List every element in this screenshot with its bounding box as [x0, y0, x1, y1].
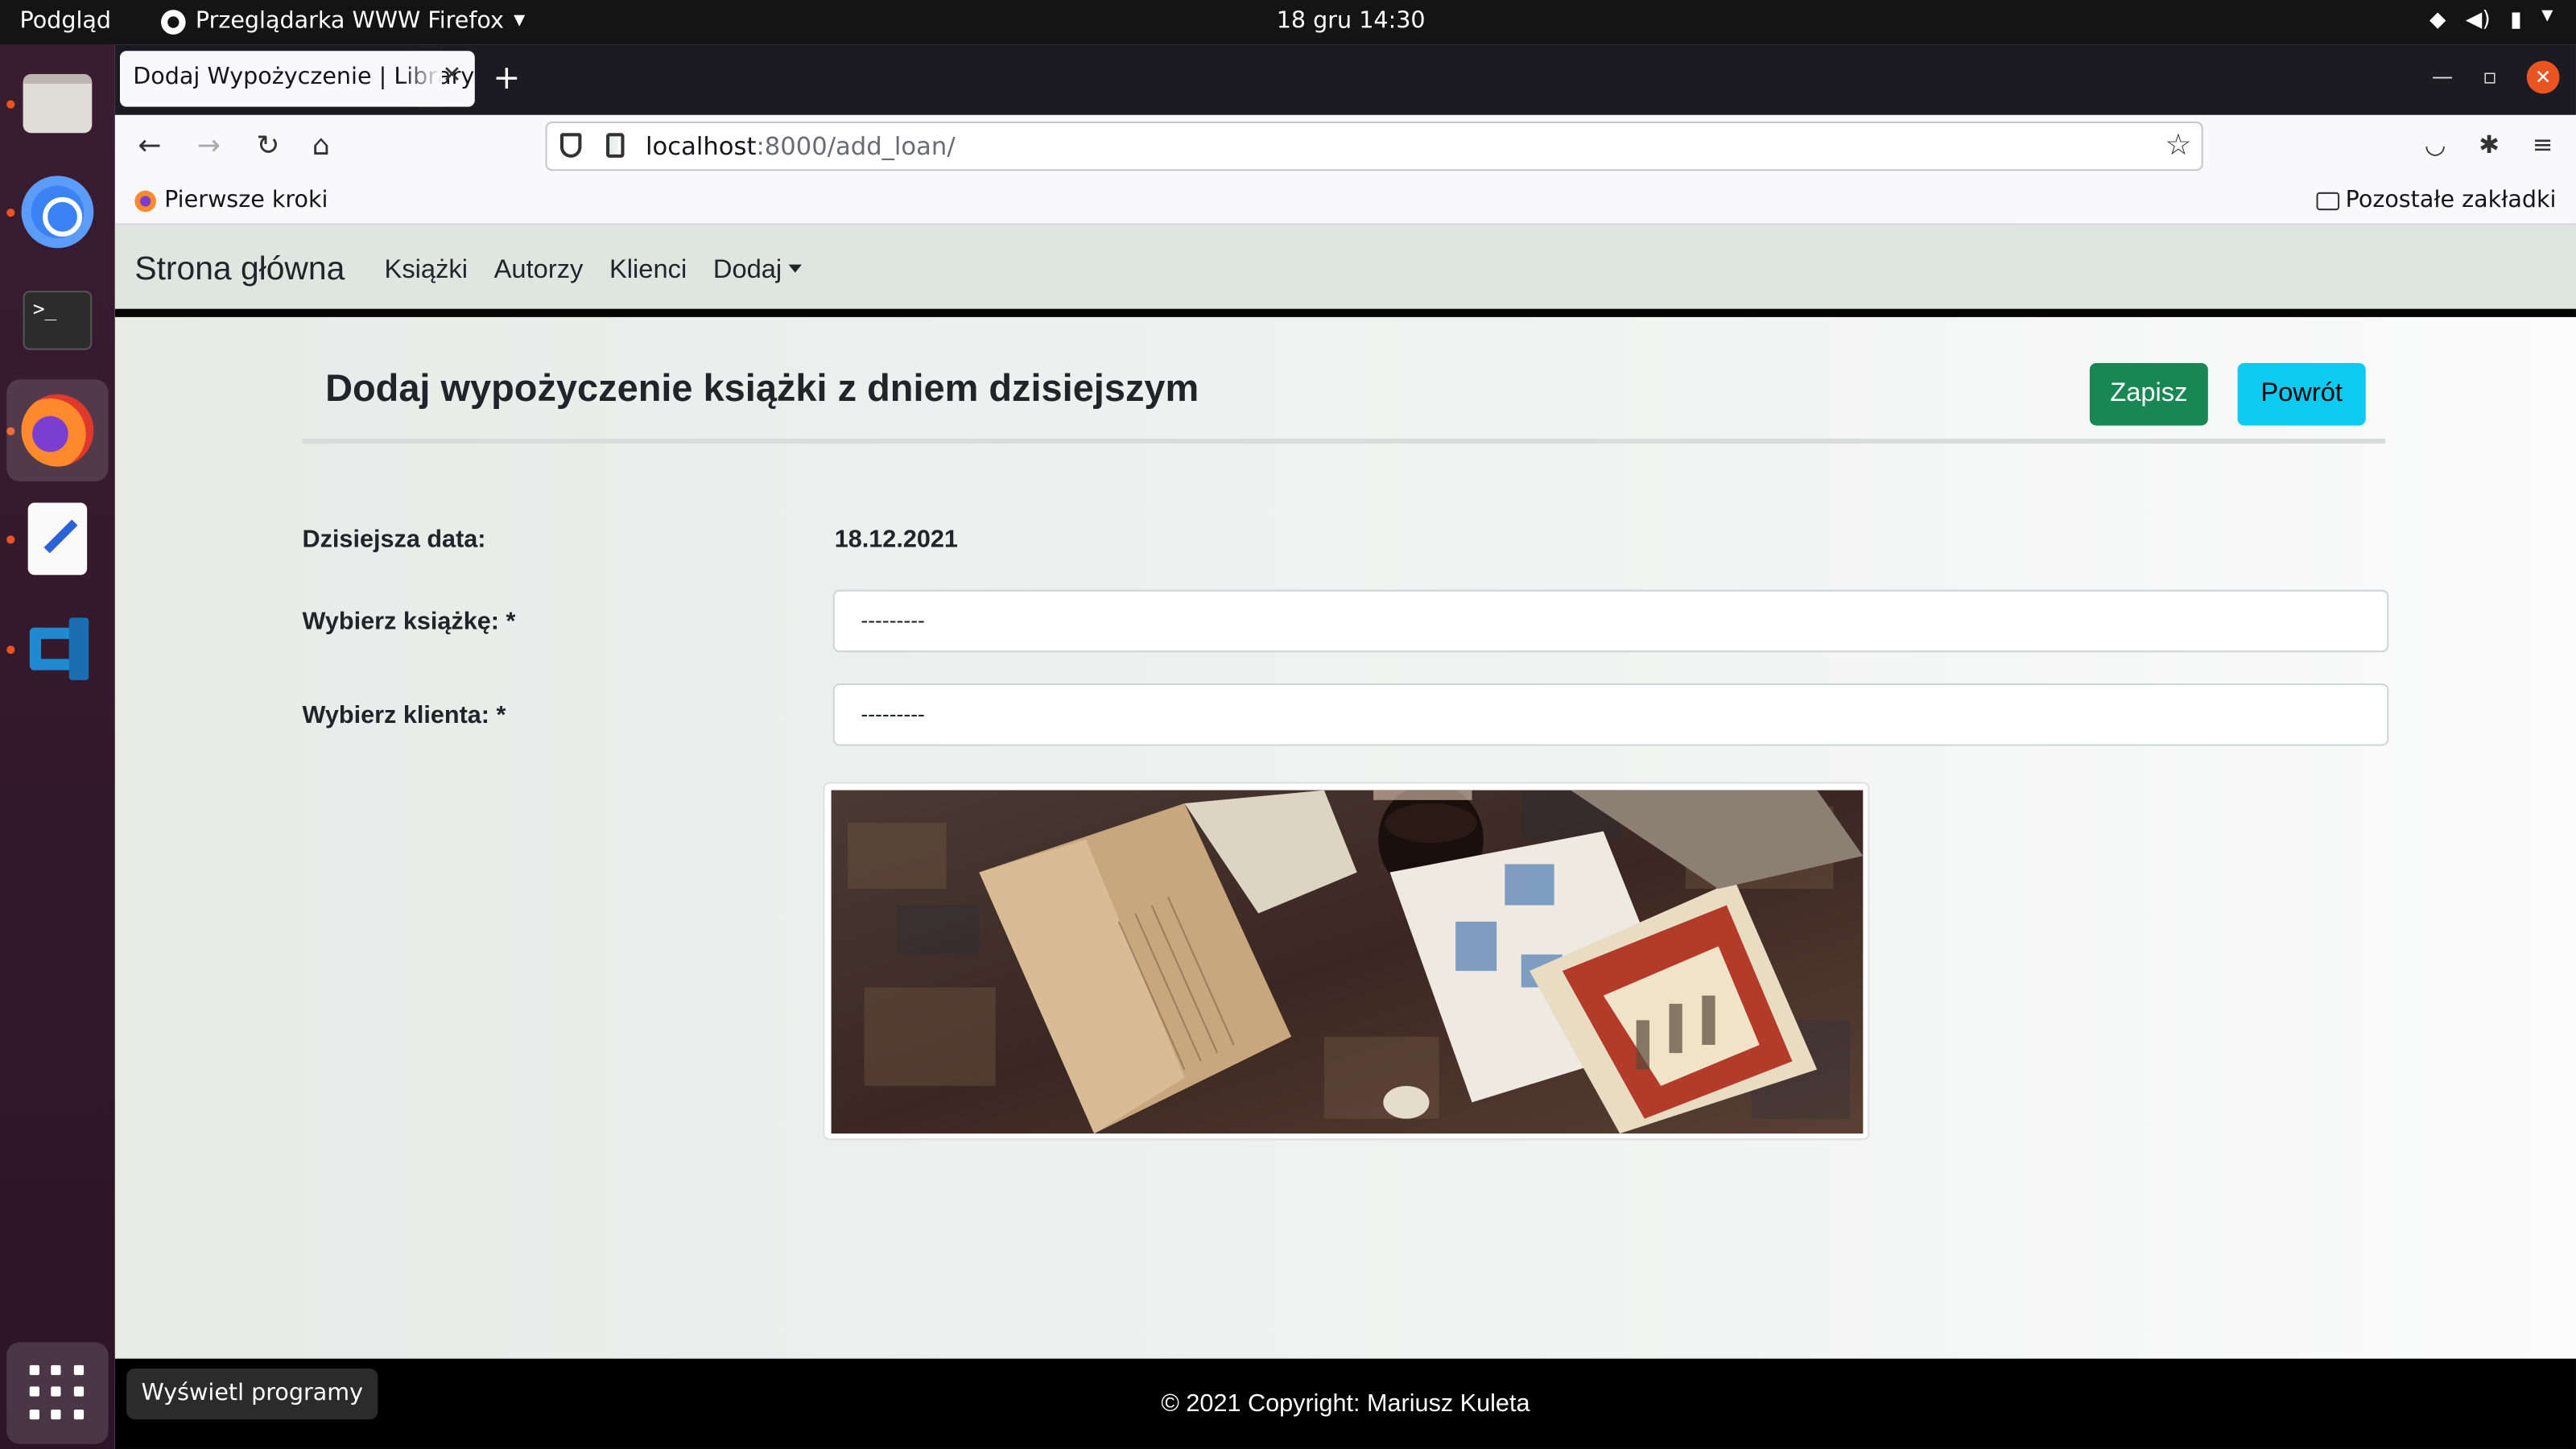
new-tab-button[interactable]: +	[493, 57, 520, 97]
date-label: Dzisiejsza data:	[302, 526, 486, 554]
bookmarks-bar: Pierwsze kroki Pozostałe zakładki	[114, 177, 2576, 225]
minimize-button[interactable]: —	[2432, 65, 2454, 90]
caret-down-icon	[788, 264, 802, 273]
window-controls: — ▫ ✕	[2432, 60, 2560, 94]
web-page: Strona główna Książki Autorzy Klienci Do…	[114, 225, 2576, 1449]
toolbar-right: ◡ ✱ ≡	[2425, 130, 2553, 159]
footer: © 2021 Copyright: Mariusz Kuleta	[114, 1358, 2576, 1449]
home-icon[interactable]: ⌂	[312, 130, 330, 163]
back-button[interactable]: Powrót	[2237, 363, 2366, 426]
clock[interactable]: 18 gru 14:30	[1277, 8, 1426, 35]
dock-firefox[interactable]	[6, 379, 109, 481]
dock-vscode[interactable]	[6, 598, 109, 700]
pocket-icon[interactable]: ◡	[2425, 130, 2446, 159]
browser-toolbar: ← → ↻ ⌂ localhost:8000/add_loan/ ☆ ◡ ✱ ≡	[114, 114, 2576, 178]
site-navbar: Strona główna Książki Autorzy Klienci Do…	[114, 225, 2576, 317]
close-window-button[interactable]: ✕	[2526, 60, 2560, 94]
shield-icon[interactable]	[559, 133, 582, 158]
firefox-window: Dodaj Wypożyczenie | Library ✕ + — ▫ ✕ ←…	[114, 44, 2576, 1449]
tab-active[interactable]: Dodaj Wypożyczenie | Library ✕	[119, 51, 475, 107]
client-select[interactable]: ---------	[832, 683, 2389, 746]
tab-strip: Dodaj Wypożyczenie | Library ✕ + — ▫ ✕	[114, 44, 2576, 115]
firefox-icon	[160, 9, 186, 34]
nav-dropdown-add[interactable]: Dodaj	[713, 256, 802, 286]
close-tab-icon[interactable]: ✕	[443, 63, 462, 89]
photo-frame	[823, 782, 1870, 1141]
files-icon	[23, 73, 93, 134]
date-value: 18.12.2021	[834, 526, 958, 554]
terminal-icon: >_	[23, 291, 93, 350]
forward-arrow-icon[interactable]: →	[197, 130, 221, 163]
back-arrow-icon[interactable]: ←	[138, 130, 161, 163]
navbar-links: Książki Autorzy Klienci Dodaj	[385, 256, 802, 286]
activities-button[interactable]: Podgląd	[19, 8, 111, 35]
divider	[302, 438, 2386, 444]
system-top-bar: Podgląd Przeglądarka WWW Firefox ▼ 18 gr…	[0, 0, 2576, 45]
chromium-icon	[21, 175, 94, 249]
url-bar[interactable]: localhost:8000/add_loan/ ☆	[545, 122, 2203, 171]
volume-icon: ◀)	[2465, 8, 2491, 33]
bookmark-star-icon[interactable]: ☆	[2165, 128, 2191, 163]
dock-files[interactable]	[6, 52, 109, 155]
reload-icon[interactable]: ↻	[256, 130, 279, 163]
extensions-icon[interactable]: ✱	[2479, 130, 2500, 159]
firefox-icon	[21, 394, 94, 467]
app-grid-icon	[29, 1364, 85, 1421]
save-button[interactable]: Zapisz	[2089, 363, 2208, 426]
books-photo-illustration	[831, 790, 1864, 1134]
app-menu[interactable]: Przeglądarka WWW Firefox ▼	[160, 8, 526, 35]
dock: >_	[0, 44, 115, 1449]
show-apps-button[interactable]	[6, 1342, 109, 1444]
book-select[interactable]: ---------	[832, 589, 2389, 653]
vscode-icon	[23, 614, 93, 683]
books-photo	[831, 790, 1864, 1134]
maximize-button[interactable]: ▫	[2483, 65, 2497, 90]
system-tray[interactable]: ◆ ◀) ▮ ▼	[2429, 8, 2553, 33]
nav-link-authors[interactable]: Autorzy	[494, 256, 584, 286]
folder-icon	[2315, 191, 2339, 210]
wifi-icon: ◆	[2429, 8, 2446, 33]
book-label: Wybierz książkę: *	[302, 608, 516, 636]
show-apps-tooltip: Wyświetl programy	[126, 1368, 378, 1420]
menu-icon[interactable]: ≡	[2533, 130, 2553, 159]
nav-link-clients[interactable]: Klienci	[609, 256, 687, 286]
dock-terminal[interactable]: >_	[6, 270, 109, 372]
bookmark-getting-started[interactable]: Pierwsze kroki	[134, 188, 328, 213]
battery-icon: ▮	[2510, 8, 2522, 33]
chevron-down-icon: ▼	[2541, 8, 2553, 25]
nav-link-books[interactable]: Książki	[385, 256, 468, 286]
other-bookmarks[interactable]: Pozostałe zakładki	[2315, 188, 2556, 213]
url-text[interactable]: localhost:8000/add_loan/	[646, 131, 956, 161]
chevron-down-icon: ▼	[514, 13, 526, 30]
firefox-icon	[134, 189, 156, 212]
page-icon[interactable]	[606, 133, 625, 158]
text-editor-icon	[27, 502, 88, 576]
client-label: Wybierz klienta: *	[302, 701, 506, 730]
dock-chromium[interactable]	[6, 161, 109, 263]
app-menu-label: Przeglądarka WWW Firefox	[195, 8, 504, 35]
dock-text-editor[interactable]	[6, 488, 109, 590]
navbar-brand[interactable]: Strona główna	[134, 251, 345, 289]
page-title: Dodaj wypożyczenie książki z dniem dzisi…	[325, 366, 1199, 410]
